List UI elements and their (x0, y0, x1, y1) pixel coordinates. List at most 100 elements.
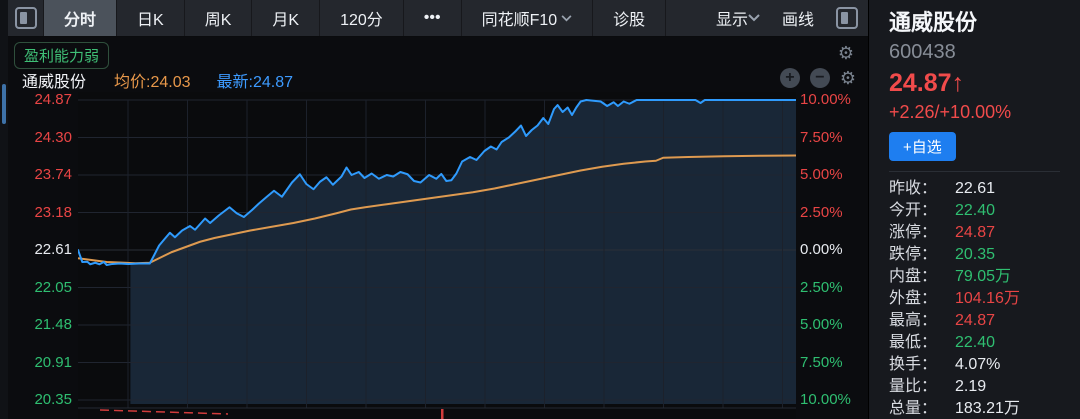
stat-label: 最高： (889, 310, 955, 332)
toolbar-right-group: 显示 画线 (716, 0, 868, 36)
tab-120分[interactable]: 120分 (320, 0, 404, 36)
tab-label: ••• (424, 9, 441, 27)
toolbar-spacer (666, 0, 716, 36)
tab-label: 月K (272, 6, 299, 30)
zoom-out-icon[interactable]: − (810, 68, 830, 88)
intraday-plot-canvas[interactable] (78, 92, 796, 419)
price-tick-label: 24.30 (8, 129, 72, 146)
tab-label: 日K (137, 6, 164, 30)
current-price: 24.87↑ (889, 66, 1080, 100)
add-watchlist-button[interactable]: +自选 (889, 132, 956, 161)
stat-label: 最低： (889, 332, 955, 354)
quote-stat-row: 最低：22.40 (889, 332, 1080, 354)
price-tick-label: 23.18 (8, 204, 72, 221)
display-menu-label: 显示 (716, 6, 748, 30)
stock-code: 600438 (889, 38, 1080, 66)
diagnosis-bar: 盈利能力弱 ⚙ (8, 38, 868, 68)
stat-value: 20.35 (955, 244, 995, 266)
period-tabs: 分时 日K 周K 月K 120分 ••• 同花顺F10 诊股 (44, 0, 666, 36)
stat-value: 24.87 (955, 222, 995, 244)
stat-value: 4.07% (955, 354, 1000, 376)
chart-title-row: 通威股份 均价:24.03 最新:24.87 + − ⚙ (8, 68, 868, 92)
quote-stat-row: 内盘：79.05万 (889, 266, 1080, 288)
percent-tick-label: 0.00% (800, 241, 870, 258)
price-change: +2.26/+10.00% (889, 100, 1080, 124)
price-tick-label: 21.48 (8, 316, 72, 333)
stat-value: 24.87 (955, 310, 995, 332)
stat-label: 换手： (889, 354, 955, 376)
stat-label: 总量： (889, 398, 955, 419)
quote-stats-list: 昨收：22.61今开：22.40涨停：24.87跌停：20.35内盘：79.05… (889, 178, 1080, 419)
percent-tick-label: 2.50% (800, 204, 870, 221)
draw-line-button[interactable]: 画线 (782, 6, 814, 30)
stat-label: 涨停： (889, 222, 955, 244)
quote-stat-row: 量比：2.19 (889, 376, 1080, 398)
percent-tick-label: 10.00% (800, 391, 870, 408)
stat-value: 22.40 (955, 332, 995, 354)
quote-stat-row: 外盘：104.16万 (889, 288, 1080, 310)
tab-label: 周K (205, 6, 232, 30)
up-arrow-icon: ↑ (952, 69, 965, 97)
tab-label: 分时 (64, 6, 96, 30)
percent-tick-label: 7.50% (800, 129, 870, 146)
chart-toolbar: 分时 日K 周K 月K 120分 ••• 同花顺F10 诊股 显示 画线 (8, 0, 868, 37)
scrollbar-thumb[interactable] (2, 84, 6, 124)
tab-周K[interactable]: 周K (185, 0, 253, 36)
percent-tick-label: 5.00% (800, 316, 870, 333)
tab-label: 诊股 (613, 6, 645, 30)
panel-toggle-right-button[interactable] (836, 7, 858, 29)
quote-stat-row: 今开：22.40 (889, 200, 1080, 222)
quote-stat-row: 昨收：22.61 (889, 178, 1080, 200)
percent-tick-label: 10.00% (800, 91, 870, 108)
tab-日K[interactable]: 日K (117, 0, 185, 36)
chart-stock-name: 通威股份 (22, 68, 86, 92)
quote-stat-row: 换手：4.07% (889, 354, 1080, 376)
panel-toggle-left-button[interactable] (8, 0, 44, 36)
draw-line-label: 画线 (782, 6, 814, 30)
tab-诊股[interactable]: 诊股 (593, 0, 666, 36)
quote-panel: 通威股份 600438 24.87↑ +2.26/+10.00% +自选 昨收：… (868, 0, 1080, 419)
percent-tick-label: 7.50% (800, 354, 870, 371)
stat-value: 2.19 (955, 376, 986, 398)
zoom-in-icon[interactable]: + (780, 68, 800, 88)
stat-value: 183.21万 (955, 398, 1020, 419)
price-tick-label: 24.87 (8, 91, 72, 108)
tab-label: 120分 (340, 6, 383, 30)
tab-•••[interactable]: ••• (404, 0, 462, 36)
volume-bar (441, 409, 444, 419)
stat-label: 内盘： (889, 266, 955, 288)
stat-label: 今开： (889, 200, 955, 222)
stat-value: 22.40 (955, 200, 995, 222)
intraday-chart[interactable]: 24.87 24.30 23.74 23.18 22.61 22.05 21.48 20.91… (8, 92, 868, 419)
price-tick-label: 22.61 (8, 241, 72, 258)
display-menu-button[interactable]: 显示 (716, 6, 760, 30)
panel-divider (889, 171, 1060, 172)
stat-value: 104.16万 (955, 288, 1020, 310)
stat-label: 外盘： (889, 288, 955, 310)
tab-同花顺F10[interactable]: 同花顺F10 (462, 0, 594, 36)
tab-分时[interactable]: 分时 (44, 0, 117, 36)
stat-value: 22.61 (955, 178, 995, 200)
stat-label: 昨收： (889, 178, 955, 200)
quote-stat-row: 涨停：24.87 (889, 222, 1080, 244)
stat-label: 量比： (889, 376, 955, 398)
left-edge-strip (0, 0, 8, 419)
stock-app-window: 分时 日K 周K 月K 120分 ••• 同花顺F10 诊股 显示 画线 盈利能力弱 ⚙ 通威… (0, 0, 1080, 419)
quote-stat-row: 最高：24.87 (889, 310, 1080, 332)
chevron-down-icon (748, 14, 760, 22)
gear-icon[interactable]: ⚙ (840, 69, 856, 87)
percent-tick-label: 2.50% (800, 279, 870, 296)
price-tick-label: 20.35 (8, 391, 72, 408)
last-price-label: 最新:24.87 (217, 68, 294, 92)
price-tick-label: 20.91 (8, 354, 72, 371)
gear-icon[interactable]: ⚙ (838, 44, 854, 62)
diagnosis-tag[interactable]: 盈利能力弱 (14, 42, 109, 69)
quote-stat-row: 总量：183.21万 (889, 398, 1080, 419)
avg-price-label: 均价:24.03 (114, 68, 191, 92)
tab-月K[interactable]: 月K (252, 0, 320, 36)
price-tick-label: 23.74 (8, 166, 72, 183)
price-tick-label: 22.05 (8, 279, 72, 296)
stat-value: 79.05万 (955, 266, 1011, 288)
quote-stat-row: 跌停：20.35 (889, 244, 1080, 266)
tab-label: 同花顺F10 (482, 6, 558, 30)
